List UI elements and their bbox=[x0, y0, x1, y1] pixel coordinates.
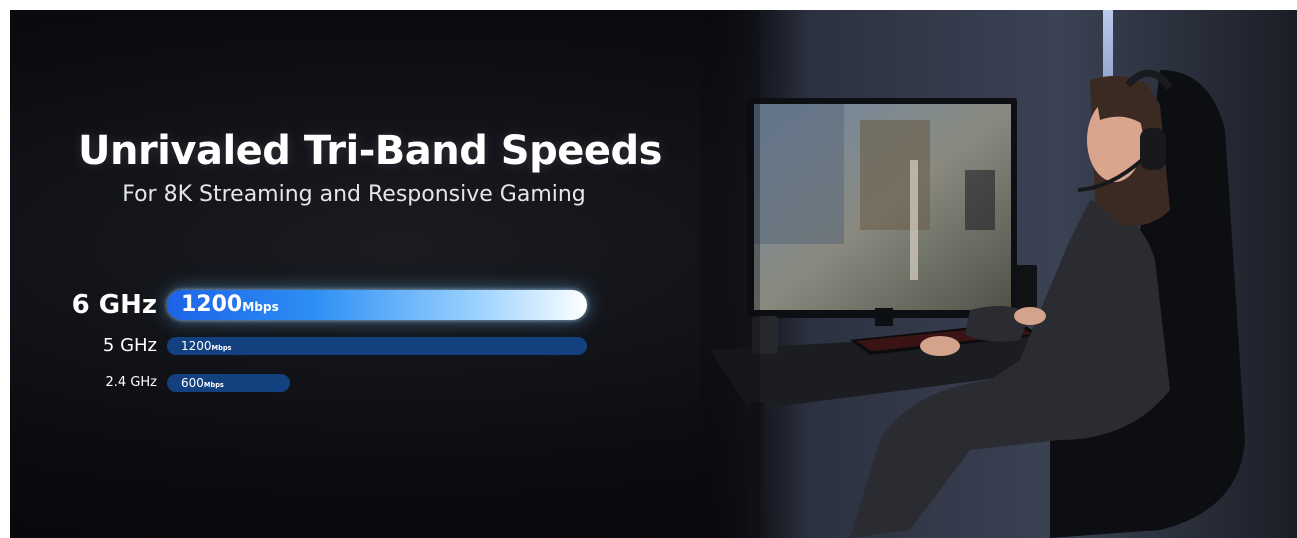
speed-unit: Mbps bbox=[211, 344, 232, 352]
band-label-2-4ghz: 2.4 GHz bbox=[105, 375, 157, 390]
hero-banner: Unrivaled Tri-Band Speeds For 8K Streami… bbox=[10, 10, 1297, 538]
speed-value-6ghz: 1200Mbps bbox=[181, 293, 279, 319]
speed-bar-5ghz: 1200Mbps bbox=[167, 337, 587, 355]
band-label-6ghz: 6 GHz bbox=[71, 290, 157, 320]
gaming-scene-illustration bbox=[700, 10, 1297, 538]
speed-value-5ghz: 1200Mbps bbox=[181, 338, 231, 355]
headline: Unrivaled Tri-Band Speeds bbox=[78, 128, 662, 174]
speed-unit: Mbps bbox=[242, 300, 279, 314]
speed-bar-6ghz: 1200Mbps bbox=[167, 290, 587, 320]
speed-number: 600 bbox=[181, 376, 204, 390]
speed-bar-2-4ghz: 600Mbps bbox=[167, 374, 290, 392]
speed-unit: Mbps bbox=[203, 381, 224, 389]
band-label-5ghz: 5 GHz bbox=[102, 335, 157, 356]
speed-number: 1200 bbox=[181, 292, 243, 317]
speed-value-2-4ghz: 600Mbps bbox=[181, 375, 224, 392]
subheadline: For 8K Streaming and Responsive Gaming bbox=[122, 182, 586, 207]
speed-number: 1200 bbox=[181, 339, 212, 353]
